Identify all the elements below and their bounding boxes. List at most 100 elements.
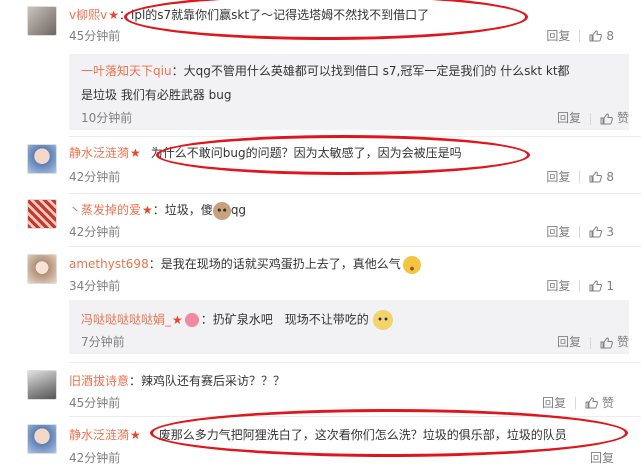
action-divider <box>589 336 591 349</box>
reply-button[interactable]: 回复 <box>546 168 570 185</box>
like-button[interactable]: 赞 <box>600 111 629 125</box>
timestamp: 10分钟前 <box>81 111 133 125</box>
dog-emoji-icon <box>212 201 231 220</box>
comment-actions: 回复 1 <box>546 277 614 294</box>
user-name[interactable]: amethyst698 <box>69 257 149 271</box>
thumb-up-icon <box>589 226 603 238</box>
vip-badge-icon: ★ <box>108 8 119 22</box>
reply-thread: 一叶落知天下qiu：大qg不管用什么英雄都可以找到借口 s7,冠军一定是我们的 … <box>69 54 629 130</box>
comment-text-tail: qg <box>230 203 247 217</box>
separator: ： <box>148 257 161 271</box>
reply-line-2: 是垃圾 我们有必胜武器 bug <box>81 88 232 102</box>
user-name[interactable]: 冯哒哒哒哒哒娟_ <box>81 313 171 327</box>
annotation-oval <box>156 135 530 175</box>
user-name[interactable]: 旧酒拔诗意 <box>69 374 129 388</box>
action-divider <box>579 225 581 238</box>
like-button[interactable]: 赞 <box>585 394 614 411</box>
reply-button[interactable]: 回复 <box>546 27 570 44</box>
avatar[interactable] <box>27 6 57 36</box>
avatar[interactable] <box>27 370 57 400</box>
like-button[interactable]: 1 <box>589 278 614 293</box>
reply-button[interactable]: 回复 <box>557 335 581 349</box>
user-name[interactable]: 丶蒸发掉的爱 <box>69 203 141 217</box>
like-label: 赞 <box>601 396 614 410</box>
reply-button[interactable]: 回复 <box>546 223 570 240</box>
comment-body: 旧酒拔诗意：辣鸡队还有赛后采访？？？ <box>69 372 285 389</box>
comment-actions: 回复 3 <box>546 223 614 240</box>
comment-actions: 回复 赞 <box>542 394 614 411</box>
action-divider <box>574 396 576 409</box>
timestamp: 42分钟前 <box>69 170 121 184</box>
thumb-up-icon <box>589 171 603 183</box>
thumb-up-icon <box>600 336 613 348</box>
comment-5: amethyst698：是我在现场的话就买鸡蛋扔上去了，真他么气 34分钟前 回… <box>0 248 641 298</box>
thumb-up-icon <box>600 112 613 124</box>
reply-button[interactable]: 回复 <box>590 449 614 466</box>
comment-7: 旧酒拔诗意：辣鸡队还有赛后采访？？？ 45分钟前 回复 赞 <box>0 364 641 414</box>
timestamp: 45分钟前 <box>69 396 121 410</box>
annotation-oval <box>150 409 628 457</box>
action-divider <box>579 170 581 183</box>
user-name[interactable]: 静水泛涟漪 <box>69 428 129 442</box>
user-name[interactable]: v柳熙v <box>69 8 107 22</box>
comment-4: 丶蒸发掉的爱★：垃圾，傻 qg 42分钟前 回复 3 <box>0 195 641 245</box>
like-button[interactable]: 8 <box>589 28 614 43</box>
user-name[interactable]: 静水泛涟漪 <box>69 146 129 160</box>
avatar[interactable] <box>27 199 57 229</box>
vip-badge-icon: ★ <box>142 203 153 217</box>
timestamp: 7分钟前 <box>81 335 125 349</box>
flower-badge-icon <box>184 313 199 327</box>
cat-emoji-icon <box>372 310 393 330</box>
vip-badge-icon: ★ <box>130 428 141 442</box>
user-name[interactable]: 一叶落知天下qiu <box>81 64 172 78</box>
separator: ： <box>200 312 213 327</box>
timestamp: 42分钟前 <box>69 451 121 465</box>
like-label: 赞 <box>616 111 629 125</box>
comment-actions: 回复 <box>590 449 614 466</box>
divider <box>69 246 641 247</box>
thumb-up-icon <box>589 280 603 292</box>
comment-actions: 回复 8 <box>546 27 614 44</box>
like-count: 1 <box>606 278 614 293</box>
like-count: 8 <box>606 169 614 184</box>
comment-text: 垃圾，傻 <box>164 203 213 217</box>
like-button[interactable]: 3 <box>589 224 614 239</box>
vip-badge-icon: ★ <box>130 146 141 160</box>
timestamp: 34分钟前 <box>69 279 121 293</box>
divider <box>69 193 641 194</box>
comment-body: amethyst698：是我在现场的话就买鸡蛋扔上去了，真他么气 <box>69 255 421 274</box>
action-divider <box>579 29 581 42</box>
like-count: 3 <box>606 224 614 239</box>
reply-button[interactable]: 回复 <box>546 277 570 294</box>
reply-text-1: 大qg不管用什么英雄都可以找到借口 s7,冠军一定是我们的 什么skt kt都 <box>183 64 570 78</box>
comment-text: 是我在现场的话就买鸡蛋扔上去了，真他么气 <box>160 257 401 271</box>
reply-thread: 冯哒哒哒哒哒娟_★ ：扔矿泉水吧 现场不让带吃的 7分钟前 回复 赞 <box>69 300 629 354</box>
avatar[interactable] <box>27 424 57 454</box>
reply-text: 扔矿泉水吧 现场不让带吃的 <box>212 312 369 327</box>
reply-button[interactable]: 回复 <box>557 111 581 125</box>
like-count: 8 <box>606 28 614 43</box>
avatar[interactable] <box>27 144 57 174</box>
reply-line-1: 一叶落知天下qiu：大qg不管用什么英雄都可以找到借口 s7,冠军一定是我们的 … <box>81 62 570 79</box>
action-divider <box>579 279 581 292</box>
thumb-up-icon <box>589 30 603 42</box>
like-button[interactable]: 8 <box>589 169 614 184</box>
comment-actions: 回复 赞 <box>557 109 629 126</box>
comment-actions: 回复 赞 <box>557 333 629 350</box>
comment-text: 辣鸡队还有赛后采访？？？ <box>141 374 286 388</box>
vip-badge-icon: ★ <box>172 312 183 327</box>
divider <box>69 362 641 363</box>
reply-button[interactable]: 回复 <box>542 394 566 411</box>
avatar[interactable] <box>27 254 57 284</box>
like-button[interactable]: 赞 <box>600 335 629 349</box>
timestamp: 45分钟前 <box>69 29 121 43</box>
action-divider <box>589 112 591 125</box>
angry-emoji-icon <box>402 255 421 274</box>
like-label: 赞 <box>616 335 629 349</box>
separator: ： <box>171 64 184 78</box>
timestamp: 42分钟前 <box>69 225 121 239</box>
thumb-up-icon <box>585 396 598 408</box>
separator: ： <box>152 203 165 217</box>
separator: ： <box>129 374 142 388</box>
comment-body: 丶蒸发掉的爱★：垃圾，傻 qg <box>69 201 246 220</box>
